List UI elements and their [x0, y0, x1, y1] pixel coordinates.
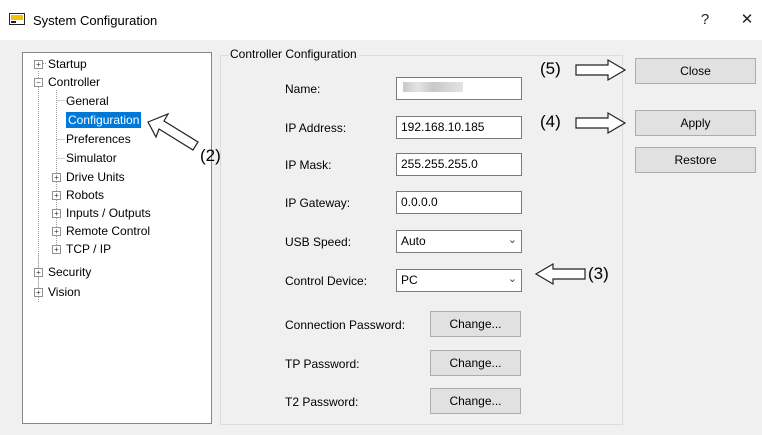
change-connection-password-button[interactable]: Change...: [430, 311, 521, 337]
expand-icon[interactable]: +: [52, 191, 61, 200]
arrow-up-left-icon: [147, 112, 199, 151]
callout-3: (3): [588, 264, 609, 283]
group-title: Controller Configuration: [228, 47, 359, 61]
expand-icon[interactable]: +: [52, 245, 61, 254]
help-button[interactable]: ?: [690, 10, 720, 30]
ip-address-label: IP Address:: [285, 121, 347, 135]
change-t2-password-button[interactable]: Change...: [430, 388, 521, 414]
control-device-select[interactable]: PC ⌄: [396, 269, 522, 292]
title-bar: System Configuration ? ✕: [0, 0, 762, 40]
ip-mask-field[interactable]: 255.255.255.0: [396, 153, 522, 176]
connection-password-label: Connection Password:: [285, 318, 406, 332]
expand-icon[interactable]: +: [52, 227, 61, 236]
arrow-left-icon: [534, 262, 586, 286]
tree-item-simulator[interactable]: Simulator: [66, 150, 117, 166]
callout-2: (2): [200, 146, 221, 165]
ip-mask-label: IP Mask:: [285, 158, 332, 172]
ip-gateway-label: IP Gateway:: [285, 196, 351, 210]
callout-5: (5): [540, 59, 561, 78]
window-title: System Configuration: [33, 13, 158, 28]
t2-password-label: T2 Password:: [285, 395, 359, 409]
change-tp-password-button[interactable]: Change...: [430, 350, 521, 376]
control-device-label: Control Device:: [285, 274, 368, 288]
expand-icon[interactable]: +: [34, 288, 43, 297]
ip-gateway-field[interactable]: 0.0.0.0: [396, 191, 522, 214]
name-label: Name:: [285, 82, 321, 96]
tree-item-configuration[interactable]: Configuration: [66, 112, 142, 128]
chevron-down-icon: ⌄: [507, 273, 517, 285]
arrow-right-icon: [575, 58, 627, 82]
app-icon: [9, 13, 25, 25]
usb-speed-select[interactable]: Auto ⌄: [396, 230, 522, 253]
tp-password-label: TP Password:: [285, 357, 360, 371]
callout-4: (4): [540, 112, 561, 131]
expand-icon[interactable]: +: [34, 60, 43, 69]
ip-address-field[interactable]: 192.168.10.185: [396, 116, 522, 139]
apply-button[interactable]: Apply: [635, 110, 756, 136]
chevron-down-icon: ⌄: [507, 234, 517, 246]
restore-button[interactable]: Restore: [635, 147, 756, 173]
expand-icon[interactable]: +: [34, 268, 43, 277]
expand-icon[interactable]: +: [52, 173, 61, 182]
close-button[interactable]: Close: [635, 58, 756, 84]
tree-item-preferences[interactable]: Preferences: [66, 131, 131, 147]
configuration-tree[interactable]: + Startup − Controller General Configura…: [22, 52, 212, 424]
expand-icon[interactable]: +: [52, 209, 61, 218]
arrow-right-icon: [575, 111, 627, 135]
window-close-button[interactable]: ✕: [732, 10, 762, 30]
tree-item-general[interactable]: General: [66, 93, 109, 109]
collapse-icon[interactable]: −: [34, 78, 43, 87]
usb-speed-label: USB Speed:: [285, 235, 352, 249]
name-value-redacted: [403, 82, 463, 92]
